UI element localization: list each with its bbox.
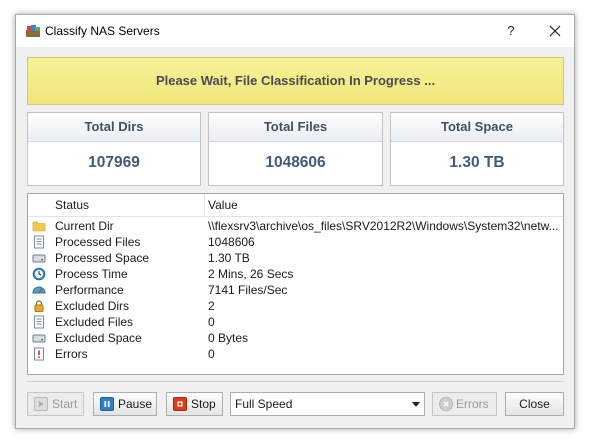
title-bar: Classify NAS Servers ?: [16, 15, 574, 47]
list-item-current-dir[interactable]: Current Dir \\flexsrv3\archive\os_files\…: [28, 218, 563, 234]
lock-icon: [34, 300, 44, 312]
stop-icon: [173, 397, 187, 411]
list-item-errors[interactable]: Errors 0: [28, 346, 563, 362]
chevron-down-icon: [412, 402, 420, 407]
row-value: 1048606: [208, 235, 255, 249]
folder-icon: [32, 221, 46, 232]
total-dirs-value: 107969: [88, 154, 140, 171]
pause-label: Pause: [118, 397, 153, 411]
row-value: 2 Mins, 26 Secs: [208, 267, 294, 281]
total-files-panel: Total Files 1048606: [208, 112, 383, 186]
row-value: 1.30 TB: [208, 251, 250, 265]
row-status: Process Time: [55, 267, 128, 281]
clock-icon: [32, 267, 46, 281]
errors-button[interactable]: Errors: [432, 392, 497, 416]
row-value: 0 Bytes: [208, 331, 249, 345]
total-dirs-panel: Total Dirs 107969: [27, 112, 201, 186]
start-button[interactable]: Start: [27, 392, 84, 416]
list-item-processed-space[interactable]: Processed Space 1.30 TB: [28, 250, 563, 266]
total-files-value: 1048606: [265, 154, 326, 171]
error-circle-icon: [439, 397, 453, 411]
list-item-excluded-space[interactable]: Excluded Space 0 Bytes: [28, 330, 563, 346]
app-icon: [26, 25, 40, 37]
close-icon: [549, 25, 561, 37]
help-button[interactable]: ?: [496, 15, 526, 47]
footer-divider: [27, 381, 564, 382]
drive-icon: [32, 334, 46, 343]
row-value: \\flexsrv3\archive\os_files\SRV2012R2\Wi…: [208, 219, 559, 233]
close-button[interactable]: Close: [505, 392, 564, 416]
stop-button[interactable]: Stop: [166, 392, 223, 416]
status-column-header[interactable]: Status: [55, 198, 89, 212]
close-label: Close: [519, 397, 550, 411]
value-column-header[interactable]: Value: [208, 198, 238, 212]
list-item-excluded-dirs[interactable]: Excluded Dirs 2: [28, 298, 563, 314]
column-divider[interactable]: [204, 194, 205, 216]
list-item-excluded-files[interactable]: Excluded Files 0: [28, 314, 563, 330]
row-status: Performance: [55, 283, 124, 297]
row-status: Current Dir: [55, 219, 114, 233]
total-dirs-label: Total Dirs: [28, 113, 200, 142]
row-status: Errors: [55, 347, 88, 361]
row-value: 2: [208, 299, 215, 313]
play-icon: [34, 397, 48, 411]
start-label: Start: [52, 397, 78, 411]
stop-label: Stop: [191, 397, 216, 411]
row-status: Processed Files: [55, 235, 141, 249]
row-status: Excluded Dirs: [55, 299, 130, 313]
drive-icon: [32, 254, 46, 263]
status-list[interactable]: Status Value Current Dir \\flexsrv3\arch…: [27, 193, 564, 375]
list-header: Status Value: [28, 194, 563, 217]
total-files-label: Total Files: [209, 113, 382, 142]
errors-label: Errors: [456, 397, 489, 411]
row-status: Excluded Files: [55, 315, 134, 329]
row-status: Processed Space: [55, 251, 150, 265]
window-title: Classify NAS Servers: [45, 24, 160, 38]
list-item-performance[interactable]: Performance 7141 Files/Sec: [28, 282, 563, 298]
list-item-processed-files[interactable]: Processed Files 1048606: [28, 234, 563, 250]
speed-select-value: Full Speed: [235, 397, 293, 411]
total-space-label: Total Space: [391, 113, 563, 142]
row-status: Excluded Space: [55, 331, 142, 345]
error-icon: [34, 347, 44, 361]
row-value: 0: [208, 347, 215, 361]
progress-banner: Please Wait, File Classification In Prog…: [27, 57, 564, 105]
document-icon: [34, 315, 44, 329]
total-space-panel: Total Space 1.30 TB: [390, 112, 564, 186]
pause-icon: [100, 397, 114, 411]
classify-dialog: Classify NAS Servers ? Please Wait, File…: [15, 14, 575, 429]
document-icon: [34, 235, 44, 249]
window-close-button[interactable]: [536, 15, 574, 47]
row-value: 7141 Files/Sec: [208, 283, 288, 297]
list-item-process-time[interactable]: Process Time 2 Mins, 26 Secs: [28, 266, 563, 282]
gauge-icon: [32, 286, 46, 294]
speed-select[interactable]: Full Speed: [230, 392, 425, 416]
total-space-value: 1.30 TB: [449, 154, 505, 171]
pause-button[interactable]: Pause: [93, 392, 157, 416]
row-value: 0: [208, 315, 215, 329]
